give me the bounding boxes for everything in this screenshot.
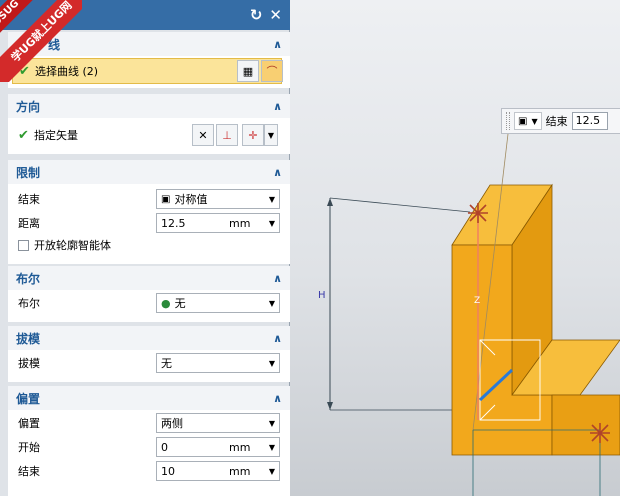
limit-end-label: 结束 xyxy=(18,193,40,206)
close-icon[interactable]: ✕ xyxy=(269,6,282,24)
vector-type-button[interactable]: ✛ xyxy=(242,124,264,146)
z-axis-label: Z xyxy=(474,296,481,306)
offset-value: 两侧 xyxy=(161,417,183,430)
offset-end-input[interactable]: 10 mm ▼ xyxy=(156,461,280,481)
draft-select[interactable]: 无 ▼ xyxy=(156,353,280,373)
offset-end-row: 结束 10 mm ▼ xyxy=(8,460,290,482)
draft-value: 无 xyxy=(161,357,172,370)
section-direction: 方向 ∧ ✔ 指定矢量 ✕ ⊥ ✛ ▼ xyxy=(8,94,290,154)
offset-start-label: 开始 xyxy=(18,441,40,454)
dimension-label: H xyxy=(318,290,326,301)
section-offset: 偏置 ∧ 偏置 两侧 ▼ 开始 0 mm ▼ 结束 10 mm ▼ xyxy=(8,386,290,496)
distance-label: 距离 xyxy=(18,217,40,230)
collapse-icon[interactable]: ∧ xyxy=(273,392,282,405)
collapse-icon[interactable]: ∧ xyxy=(273,100,282,113)
drag-handle[interactable] xyxy=(506,112,510,130)
sketch-icon: ▦ xyxy=(242,64,254,78)
model-view xyxy=(327,133,620,496)
section-boolean-header[interactable]: 布尔 ∧ xyxy=(8,266,290,290)
chevron-down-icon: ▼ xyxy=(268,442,275,452)
axis-icon: ✛ xyxy=(248,128,258,142)
refresh-icon[interactable]: ↻ xyxy=(250,6,263,24)
distance-value: 12.5 xyxy=(161,216,186,230)
chevron-down-icon: ▼ xyxy=(268,218,275,228)
vector-dialog-button[interactable]: ⊥ xyxy=(216,124,238,146)
boolean-none-icon: ● xyxy=(161,296,171,310)
chevron-down-icon: ▼ xyxy=(268,466,275,476)
distance-row: 距离 12.5 mm ▼ xyxy=(8,212,290,234)
offset-start-row: 开始 0 mm ▼ xyxy=(8,436,290,458)
collapse-icon[interactable]: ∧ xyxy=(273,38,282,51)
limit-end-row: 结束 ▣ 对称值 ▼ xyxy=(8,188,290,210)
boolean-label: 布尔 xyxy=(18,297,40,310)
section-draft-header[interactable]: 拔模 ∧ xyxy=(8,326,290,350)
boolean-row: 布尔 ● 无 ▼ xyxy=(8,292,290,314)
open-profile-row: 开放轮廓智能体 xyxy=(8,234,290,256)
offset-label: 偏置 xyxy=(18,417,40,430)
offset-start-value: 0 xyxy=(161,440,168,454)
vector-icon: ⊥ xyxy=(222,128,232,142)
cube-icon: ▣ xyxy=(161,193,171,205)
sketch-section-button[interactable]: ▦ xyxy=(237,60,259,82)
section-direction-title: 方向 xyxy=(16,99,41,114)
curve-select-button[interactable]: ⌒ xyxy=(261,60,283,82)
extrude-dialog: ↻ ✕ 9SUG 学UG就上UG网 线 ∧ ✔ 选择曲线 (2) ▦ ⌒ 方向 … xyxy=(0,0,290,496)
watermark-badge: 9SUG 学UG就上UG网 xyxy=(0,0,82,82)
distance-input[interactable]: 12.5 mm ▼ xyxy=(156,213,280,233)
offset-start-unit: mm xyxy=(229,440,251,454)
collapse-icon[interactable]: ∧ xyxy=(273,332,282,345)
section-direction-header[interactable]: 方向 ∧ xyxy=(8,94,290,118)
collapse-icon[interactable]: ∧ xyxy=(273,272,282,285)
open-profile-checkbox[interactable] xyxy=(18,239,29,251)
offset-end-value: 10 xyxy=(161,464,175,478)
chevron-down-icon: ▼ xyxy=(531,116,538,126)
offset-start-input[interactable]: 0 mm ▼ xyxy=(156,437,280,457)
chevron-down-icon: ▼ xyxy=(268,418,275,428)
offset-end-unit: mm xyxy=(229,464,251,478)
collapse-icon[interactable]: ∧ xyxy=(273,166,282,179)
offset-type-row: 偏置 两侧 ▼ xyxy=(8,412,290,434)
offset-end-label: 结束 xyxy=(18,465,40,478)
distance-unit: mm xyxy=(229,216,251,230)
chevron-down-icon: ▼ xyxy=(268,298,275,308)
section-limits-title: 限制 xyxy=(16,165,41,180)
float-end-label: 结束 xyxy=(545,115,568,128)
vector-type-dropdown[interactable]: ▼ xyxy=(264,124,278,146)
check-icon: ✔ xyxy=(18,127,29,143)
draft-row: 拔模 无 ▼ xyxy=(8,352,290,374)
float-value-input[interactable]: 12.5 xyxy=(571,112,608,130)
section-boolean-title: 布尔 xyxy=(16,271,41,286)
section-boolean: 布尔 ∧ 布尔 ● 无 ▼ xyxy=(8,266,290,322)
limit-end-select[interactable]: ▣ 对称值 ▼ xyxy=(156,189,280,209)
section-limits-header[interactable]: 限制 ∧ xyxy=(8,160,290,184)
draft-label: 拔模 xyxy=(18,357,40,370)
section-draft-title: 拔模 xyxy=(16,331,41,346)
open-profile-label: 开放轮廓智能体 xyxy=(34,239,111,252)
section-draft: 拔模 ∧ 拔模 无 ▼ xyxy=(8,326,290,382)
curve-icon: ⌒ xyxy=(266,65,278,78)
specify-vector-row: ✔ 指定矢量 ✕ ⊥ ✛ ▼ xyxy=(8,124,290,146)
boolean-select[interactable]: ● 无 ▼ xyxy=(156,293,280,313)
end-mode-select[interactable]: ▣ ▼ xyxy=(514,112,542,130)
graphics-viewport[interactable]: H Z ▣ ▼ 结束 12.5 xyxy=(290,0,620,496)
section-limits: 限制 ∧ 结束 ▣ 对称值 ▼ 距离 12.5 mm ▼ 开放轮廓智能体 xyxy=(8,160,290,264)
offset-select[interactable]: 两侧 ▼ xyxy=(156,413,280,433)
cube-icon: ▣ xyxy=(518,115,528,127)
specify-vector-label: 指定矢量 xyxy=(34,129,78,142)
section-offset-header[interactable]: 偏置 ∧ xyxy=(8,386,290,410)
reverse-icon: ✕ xyxy=(198,128,208,142)
chevron-down-icon: ▼ xyxy=(267,130,275,140)
section-offset-title: 偏置 xyxy=(16,391,41,406)
floating-input-bar: ▣ ▼ 结束 12.5 xyxy=(501,108,620,134)
chevron-down-icon: ▼ xyxy=(268,358,275,368)
limit-end-value: 对称值 xyxy=(174,193,208,206)
reverse-direction-button[interactable]: ✕ xyxy=(192,124,214,146)
chevron-down-icon: ▼ xyxy=(268,194,275,204)
boolean-value: 无 xyxy=(174,297,186,310)
